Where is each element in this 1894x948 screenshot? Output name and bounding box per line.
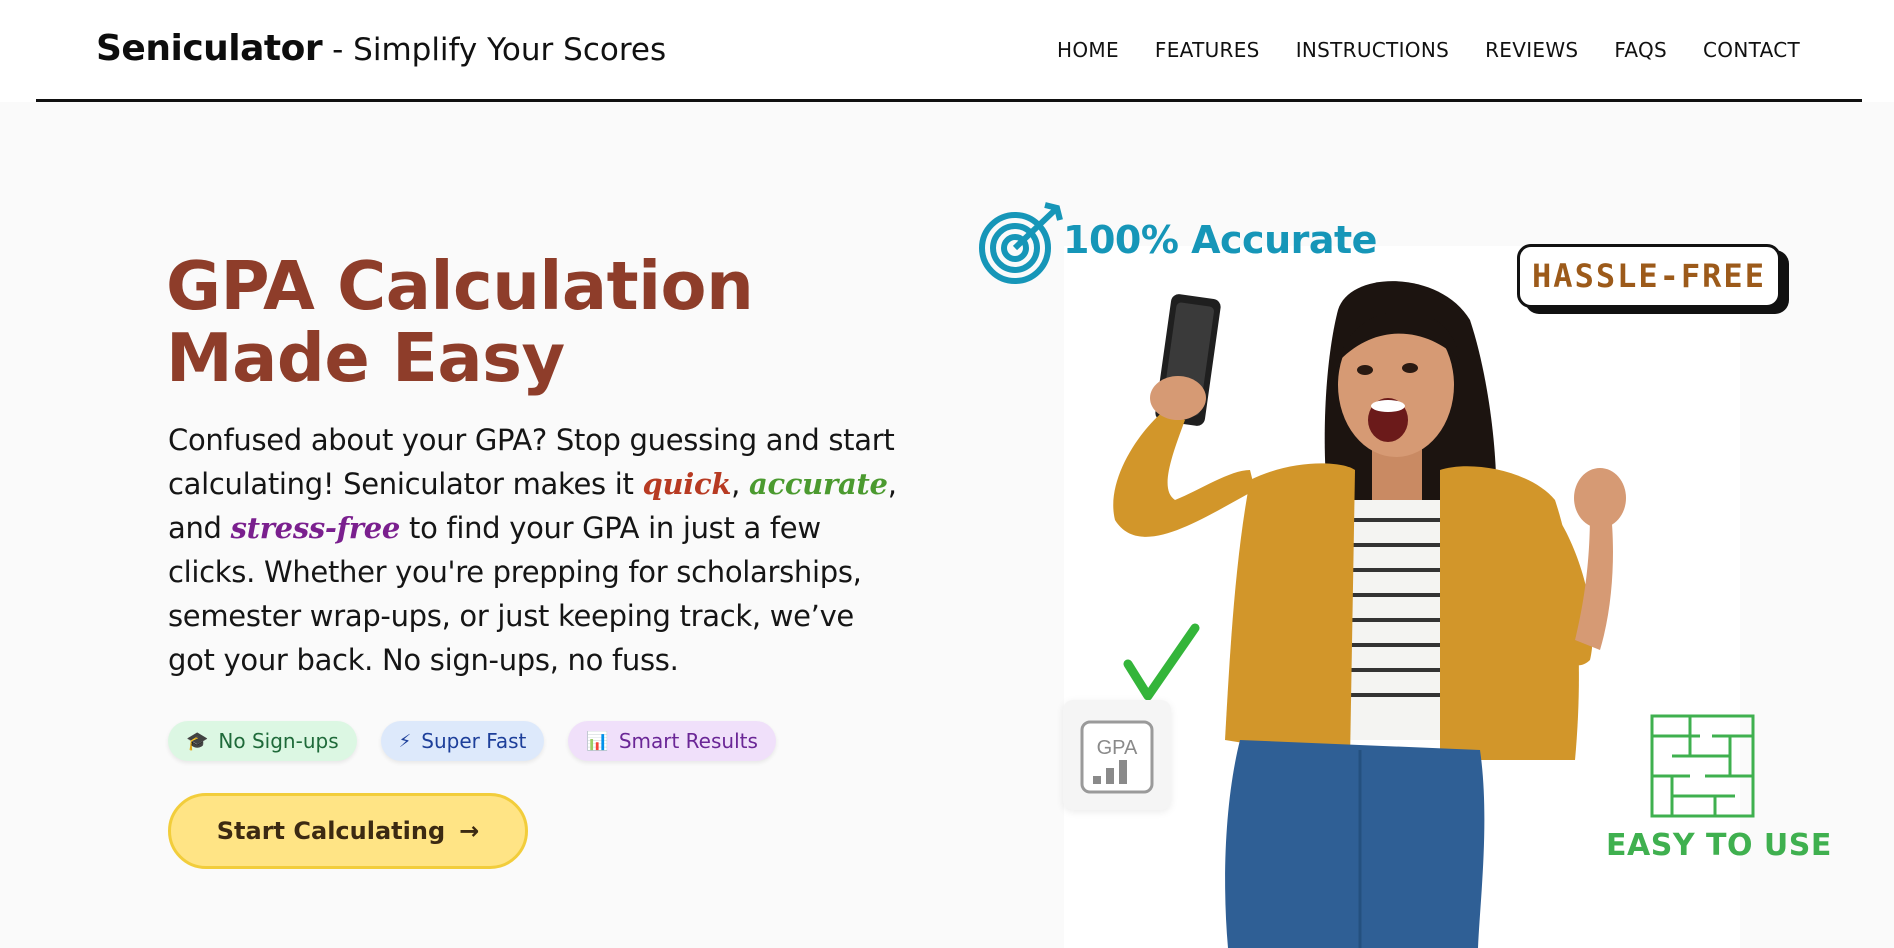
feature-pills: 🎓 No Sign-ups ⚡ Super Fast 📊 Smart Resul… (168, 721, 776, 761)
target-icon (979, 202, 1063, 284)
site-header: Seniculator - Simplify Your Scores HOME … (0, 0, 1894, 102)
desc-part2: , (731, 467, 749, 501)
cta-label: Start Calculating (216, 817, 446, 845)
start-calculating-button[interactable]: Start Calculating → (168, 793, 528, 869)
accurate-label: 100% Accurate (1063, 218, 1377, 262)
graduation-cap-icon: 🎓 (186, 730, 209, 752)
pill-label: Super Fast (421, 729, 527, 753)
nav-reviews[interactable]: REVIEWS (1485, 38, 1578, 62)
gpa-chart-icon: GPA (1080, 720, 1154, 794)
pill-smart-results: 📊 Smart Results (568, 721, 776, 761)
nav-contact[interactable]: CONTACT (1703, 38, 1800, 62)
nav-home[interactable]: HOME (1057, 38, 1119, 62)
check-mark-icon (1123, 623, 1200, 701)
brand-name[interactable]: Seniculator (96, 28, 323, 69)
pill-no-signups: 🎓 No Sign-ups (168, 721, 357, 761)
arrow-right-icon: → (459, 817, 480, 845)
lightning-icon: ⚡ (398, 730, 412, 752)
hero-description: Confused about your GPA? Stop guessing a… (168, 418, 908, 682)
hassle-free-badge: HASSLE-FREE (1517, 244, 1781, 308)
hero-title-line2: Made Easy (166, 319, 565, 397)
nav-faqs[interactable]: FAQS (1614, 38, 1667, 62)
main-nav: HOME FEATURES INSTRUCTIONS REVIEWS FAQS … (1057, 38, 1800, 62)
maze-icon (1650, 714, 1755, 818)
highlight-stress-free: stress-free (230, 511, 401, 545)
pill-label: No Sign-ups (218, 729, 339, 753)
brand-tagline: - Simplify Your Scores (332, 32, 667, 68)
nav-features[interactable]: FEATURES (1155, 38, 1260, 62)
gpa-card-label: GPA (1097, 737, 1138, 759)
pill-label: Smart Results (618, 729, 758, 753)
phone (1155, 294, 1221, 426)
brand[interactable]: Seniculator - Simplify Your Scores (96, 28, 666, 74)
gpa-card: GPA (1063, 700, 1171, 810)
header-divider (36, 99, 1862, 102)
hero-title-line1: GPA Calculation (166, 247, 754, 325)
highlight-quick: quick (642, 467, 732, 501)
pill-super-fast: ⚡ Super Fast (380, 721, 545, 761)
nav-instructions[interactable]: INSTRUCTIONS (1296, 38, 1449, 62)
bar-chart-icon: 📊 (586, 730, 609, 752)
student-figure (1113, 281, 1626, 948)
highlight-accurate: accurate (748, 467, 888, 501)
easy-to-use-label: EASY TO USE (1606, 828, 1832, 863)
hero-title: GPA Calculation Made Easy (166, 250, 926, 394)
